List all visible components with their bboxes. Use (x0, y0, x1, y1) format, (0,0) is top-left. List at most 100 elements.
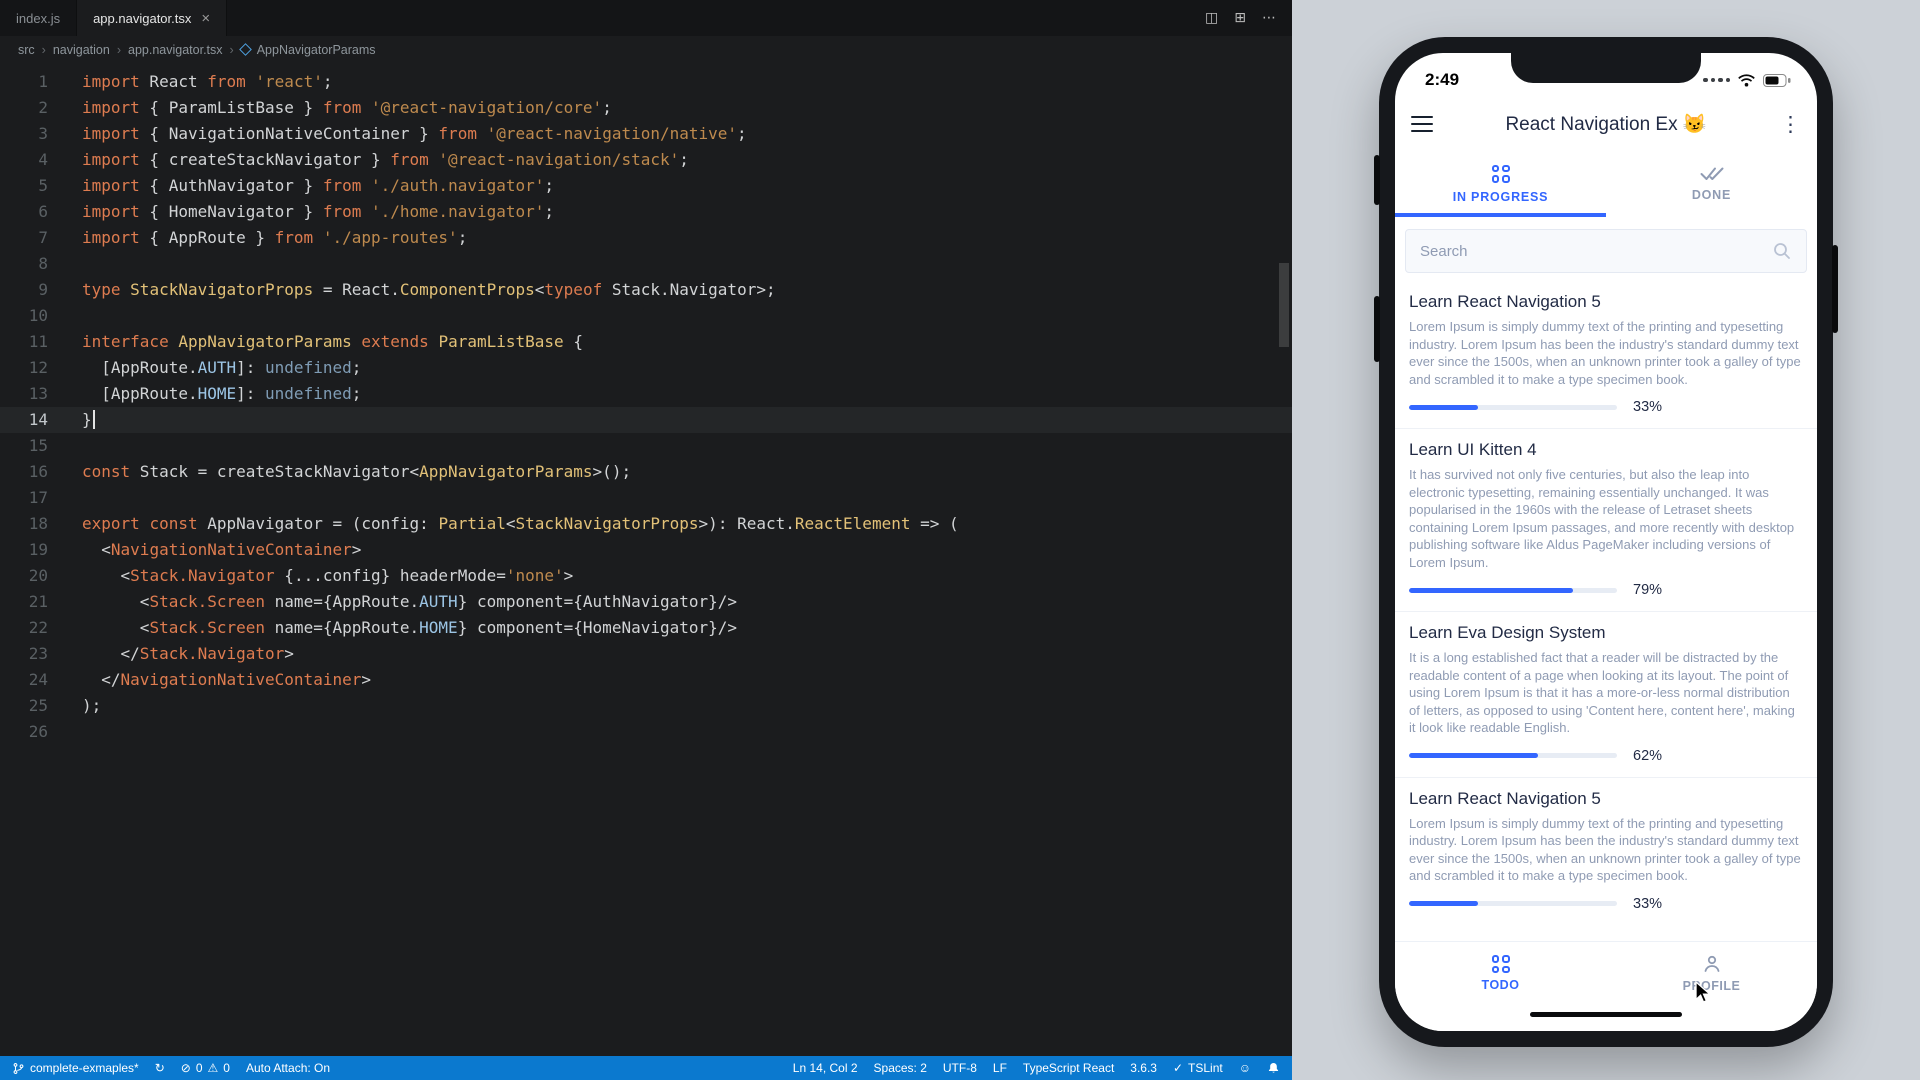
feedback-smiley-icon[interactable]: ☺ (1239, 1061, 1251, 1075)
code-token: { ParamListBase } (140, 98, 323, 117)
code-token: import (82, 202, 140, 221)
code-token: ; (602, 98, 612, 117)
code-area[interactable]: 1import React from 'react';2import { Par… (0, 63, 1292, 1056)
code-token: from (438, 124, 477, 143)
tab-todo[interactable]: TODO (1395, 942, 1606, 1005)
typescript-version[interactable]: 3.6.3 (1130, 1061, 1157, 1075)
language-mode[interactable]: TypeScript React (1023, 1061, 1114, 1075)
sync-icon[interactable]: ↻ (155, 1061, 165, 1075)
wifi-icon (1737, 73, 1756, 87)
encoding[interactable]: UTF-8 (943, 1061, 977, 1075)
line-content: <Stack.Screen name={AppRoute.AUTH} compo… (66, 589, 737, 615)
tslint-status[interactable]: ✓ TSLint (1173, 1061, 1223, 1075)
notifications-bell-icon[interactable] (1267, 1061, 1280, 1075)
code-line[interactable]: 20 <Stack.Navigator {...config} headerMo… (0, 563, 1292, 589)
task-card[interactable]: Learn UI Kitten 4It has survived not onl… (1395, 428, 1817, 611)
breadcrumb-separator: › (230, 43, 234, 57)
code-line[interactable]: 4import { createStackNavigator } from '@… (0, 147, 1292, 173)
breadcrumb-item[interactable]: AppNavigatorParams (257, 43, 376, 57)
task-title: Learn React Navigation 5 (1409, 292, 1803, 312)
search-field[interactable] (1405, 229, 1807, 273)
line-content: export const AppNavigator = (config: Par… (66, 511, 959, 537)
task-card[interactable]: Learn Eva Design SystemIt is a long esta… (1395, 611, 1817, 777)
code-line[interactable]: 19 <NavigationNativeContainer> (0, 537, 1292, 563)
code-line[interactable]: 12 [AppRoute.AUTH]: undefined; (0, 355, 1292, 381)
editor-scrollbar[interactable] (1279, 263, 1289, 347)
split-editor-icon[interactable]: ◫ (1205, 10, 1218, 26)
code-token: import (82, 150, 140, 169)
auto-attach-toggle[interactable]: Auto Attach: On (246, 1061, 330, 1075)
cursor-position[interactable]: Ln 14, Col 2 (793, 1061, 858, 1075)
layout-icon[interactable]: ⊞ (1234, 10, 1246, 26)
code-token: typeof (544, 280, 602, 299)
grid-icon (1492, 165, 1510, 183)
breadcrumb-item[interactable]: src (18, 43, 35, 57)
code-line[interactable]: 7import { AppRoute } from './app-routes'… (0, 225, 1292, 251)
code-token: StackNavigatorProps (516, 514, 699, 533)
code-line[interactable]: 8 (0, 251, 1292, 277)
code-token (313, 228, 323, 247)
code-line[interactable]: 18export const AppNavigator = (config: P… (0, 511, 1292, 537)
line-content: import { createStackNavigator } from '@r… (66, 147, 689, 173)
code-token: AppNavigatorParams (419, 462, 592, 481)
code-line[interactable]: 10 (0, 303, 1292, 329)
overflow-menu-icon[interactable]: ⋮ (1779, 112, 1801, 137)
code-line[interactable]: 26 (0, 719, 1292, 745)
vscode-window: index.js app.navigator.tsx × ◫ ⊞ ⋯ src › n… (0, 0, 1292, 1080)
git-branch-icon (12, 1061, 25, 1076)
bell-icon (1267, 1061, 1280, 1075)
code-line[interactable]: 16const Stack = createStackNavigator<App… (0, 459, 1292, 485)
code-line[interactable]: 11interface AppNavigatorParams extends P… (0, 329, 1292, 355)
check-icon: ✓ (1173, 1061, 1183, 1075)
tab-done[interactable]: DONE (1606, 151, 1817, 217)
close-icon[interactable]: × (201, 10, 210, 27)
more-actions-icon[interactable]: ⋯ (1262, 10, 1276, 26)
code-line[interactable]: 6import { HomeNavigator } from './home.n… (0, 199, 1292, 225)
line-number: 22 (0, 615, 66, 641)
problems-indicator[interactable]: ⊘ 0 ⚠ 0 (181, 1061, 230, 1075)
status-left: complete-exmaples* ↻ ⊘ 0 ⚠ 0 Auto Attach… (12, 1061, 330, 1076)
code-line[interactable]: 2import { ParamListBase } from '@react-n… (0, 95, 1292, 121)
code-line[interactable]: 22 <Stack.Screen name={AppRoute.HOME} co… (0, 615, 1292, 641)
code-line[interactable]: 24 </NavigationNativeContainer> (0, 667, 1292, 693)
code-token: ; (458, 228, 468, 247)
code-token (246, 72, 256, 91)
code-line[interactable]: 25); (0, 693, 1292, 719)
code-line[interactable]: 1import React from 'react'; (0, 69, 1292, 95)
code-line[interactable]: 9type StackNavigatorProps = React.Compon… (0, 277, 1292, 303)
code-token: from (323, 202, 362, 221)
menu-icon[interactable] (1411, 116, 1433, 133)
code-line[interactable]: 15 (0, 433, 1292, 459)
code-token: > (564, 566, 574, 585)
code-token: ParamListBase (438, 332, 563, 351)
code-line[interactable]: 14} (0, 407, 1292, 433)
breadcrumb-item[interactable]: app.navigator.tsx (128, 43, 223, 57)
tab-in-progress[interactable]: IN PROGRESS (1395, 151, 1606, 217)
profile-person-icon (1702, 954, 1722, 974)
code-token: {...config} headerMode= (275, 566, 506, 585)
eol-sequence[interactable]: LF (993, 1061, 1007, 1075)
git-branch-indicator[interactable]: complete-exmaples* (12, 1061, 139, 1076)
code-token: </ (82, 670, 121, 689)
line-content (66, 251, 82, 277)
error-count: 0 (196, 1061, 203, 1075)
code-line[interactable]: 5import { AuthNavigator } from './auth.n… (0, 173, 1292, 199)
tab-app-navigator-tsx[interactable]: app.navigator.tsx × (77, 0, 227, 36)
code-line[interactable]: 17 (0, 485, 1292, 511)
task-card[interactable]: Learn React Navigation 5Lorem Ipsum is s… (1395, 281, 1817, 428)
code-line[interactable]: 23 </Stack.Navigator> (0, 641, 1292, 667)
indentation[interactable]: Spaces: 2 (874, 1061, 927, 1075)
code-line[interactable]: 3import { NavigationNativeContainer } fr… (0, 121, 1292, 147)
search-input[interactable] (1420, 243, 1772, 260)
code-line[interactable]: 21 <Stack.Screen name={AppRoute.AUTH} co… (0, 589, 1292, 615)
home-indicator[interactable] (1530, 1012, 1682, 1017)
code-token: } component={AuthNavigator}/> (458, 592, 737, 611)
code-token: export (82, 514, 140, 533)
code-line[interactable]: 13 [AppRoute.HOME]: undefined; (0, 381, 1292, 407)
task-card[interactable]: Learn React Navigation 5Lorem Ipsum is s… (1395, 777, 1817, 925)
breadcrumb-item[interactable]: navigation (53, 43, 110, 57)
tab-label: TODO (1482, 978, 1520, 992)
tab-index-js[interactable]: index.js (0, 0, 77, 36)
line-number: 9 (0, 277, 66, 303)
code-token (477, 124, 487, 143)
